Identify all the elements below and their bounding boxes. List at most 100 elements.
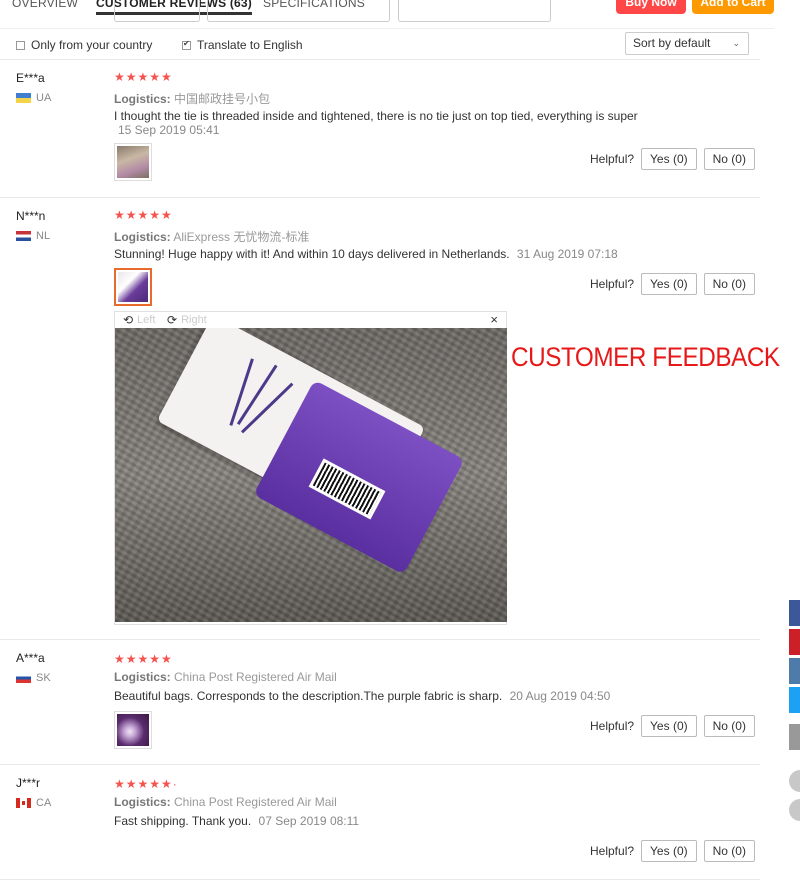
review-item: E***a UA ★★★★★ Logistics: 中国邮政挂号小包 I tho… [0,59,760,197]
rating-stars: ★★★★★ [114,652,173,666]
review-date: 20 Aug 2019 04:50 [509,689,611,703]
back-to-top-icon[interactable] [789,724,800,750]
rotate-right-icon: ⟳ [167,313,178,327]
review-text-line: Stunning! Huge happy with it! And within… [114,247,618,261]
review-text-line: Fast shipping. Thank you. 07 Sep 2019 08… [114,814,359,828]
country-code: NL [36,230,51,242]
logistics-info: Logistics: AliExpress 无忧物流-标准 [114,228,309,245]
product-tabs: OVERVIEW CUSTOMER REVIEWS (63) SPECIFICA… [0,0,800,22]
link-circle-icon[interactable] [789,799,800,821]
checkbox-label: Translate to English [197,38,303,52]
helpful-yes-button[interactable]: Yes (0) [641,715,697,737]
review-text: Fast shipping. Thank you. [114,814,252,828]
helpful-yes-button[interactable]: Yes (0) [641,273,697,295]
helpful-no-button[interactable]: No (0) [703,273,755,295]
helpful-vote: Helpful? Yes (0) No (0) [590,148,755,170]
review-filter-bar: Only from your country Translate to Engl… [0,28,774,60]
helpful-label: Helpful? [590,277,635,291]
hidden-field-edge [207,0,390,22]
rotate-left-label: Left [137,314,156,326]
rating-stars: ★★★★★· [114,777,178,791]
hidden-field-edge [398,0,551,22]
reviewer-country: SK [16,672,51,684]
sort-dropdown[interactable]: Sort by default ⌄ [625,32,749,55]
review-photo-thumbnail[interactable] [114,143,152,181]
translate-to-english-checkbox[interactable]: Translate to English [182,38,303,52]
review-text: I thought the tie is threaded inside and… [114,109,638,123]
logistics-label: Logistics: [114,795,171,809]
country-code: SK [36,672,51,684]
review-text-line: Beautiful bags. Corresponds to the descr… [114,689,610,703]
reviewer-name: N***n [16,209,46,223]
rating-stars: ★★★★★ [114,70,173,84]
logistics-info: Logistics: China Post Registered Air Mai… [114,795,337,809]
chevron-down-icon: ⌄ [732,38,740,48]
checkbox-box[interactable] [182,39,191,50]
logistics-label: Logistics: [114,230,171,244]
rotate-right-button[interactable]: ⟳ Right [167,313,207,327]
pinterest-share-icon[interactable] [789,629,800,655]
only-from-country-checkbox[interactable]: Only from your country [16,38,152,52]
buy-now-button[interactable]: Buy Now [616,0,686,14]
helpful-label: Helpful? [590,152,635,166]
logistics-info: Logistics: 中国邮政挂号小包 [114,90,270,107]
review-date: 15 Sep 2019 05:41 [118,123,220,137]
review-text: Beautiful bags. Corresponds to the descr… [114,689,503,703]
tab-overview[interactable]: OVERVIEW [12,0,78,10]
country-code: UA [36,92,52,104]
helpful-vote: Helpful? Yes (0) No (0) [590,715,755,737]
facebook-share-icon[interactable] [789,600,800,626]
customer-feedback-caption: CUSTOMER FEEDBACK [511,342,780,372]
review-photo-thumbnail[interactable] [114,711,152,749]
reviewer-country: UA [16,92,51,104]
helpful-vote: Helpful? Yes (0) No (0) [590,273,755,295]
rating-stars: ★★★★★ [114,208,173,222]
review-date: 31 Aug 2019 07:18 [516,247,618,261]
reviewer-country: CA [16,797,51,809]
review-text: Stunning! Huge happy with it! And within… [114,247,510,261]
logistics-value: China Post Registered Air Mail [174,795,337,809]
flag-slovakia-icon [16,673,31,683]
hidden-field-edge [114,0,200,22]
country-code: CA [36,797,52,809]
checkbox-box[interactable] [16,40,25,50]
close-circle-icon[interactable] [789,770,800,792]
logistics-label: Logistics: [114,670,171,684]
review-photo-thumbnail-selected[interactable] [114,268,152,306]
logistics-info: Logistics: China Post Registered Air Mai… [114,670,337,684]
logistics-value: AliExpress 无忧物流-标准 [173,230,310,244]
logistics-value: China Post Registered Air Mail [174,670,337,684]
reviewer-name: J***r [16,776,41,790]
review-item: A***a SK ★★★★★ Logistics: China Post Reg… [0,639,760,764]
flag-ukraine-icon [16,93,31,103]
review-date: 07 Sep 2019 08:11 [258,814,360,828]
helpful-yes-button[interactable]: Yes (0) [641,148,697,170]
helpful-no-button[interactable]: No (0) [703,715,755,737]
viewer-toolbar: ⟲ Left ⟳ Right × [115,312,506,328]
rotate-right-label: Right [181,314,207,326]
review-item: J***r CA ★★★★★· Logistics: China Post Re… [0,764,760,880]
reviewer-country: NL [16,230,50,242]
reviewer-name: A***a [16,651,45,665]
helpful-vote: Helpful? Yes (0) No (0) [590,840,755,862]
rotate-left-button[interactable]: ⟲ Left [123,313,155,327]
review-photo-viewer: ⟲ Left ⟳ Right × [114,311,507,625]
helpful-label: Helpful? [590,719,635,733]
flag-netherlands-icon [16,231,31,241]
helpful-yes-button[interactable]: Yes (0) [641,840,697,862]
close-icon[interactable]: × [490,312,498,327]
vk-share-icon[interactable] [789,658,800,684]
sort-value: Sort by default [633,36,711,50]
helpful-no-button[interactable]: No (0) [703,840,755,862]
twitter-share-icon[interactable] [789,687,800,713]
rotate-left-icon: ⟲ [123,313,134,327]
helpful-no-button[interactable]: No (0) [703,148,755,170]
helpful-label: Helpful? [590,844,635,858]
review-photo-large [115,328,507,622]
add-to-cart-button[interactable]: Add to Cart [692,0,774,14]
logistics-label: Logistics: [114,92,171,106]
reviewer-name: E***a [16,71,45,85]
flag-canada-icon [16,798,31,808]
product-photo-lavender-bags [120,328,488,615]
checkbox-label: Only from your country [31,38,153,52]
